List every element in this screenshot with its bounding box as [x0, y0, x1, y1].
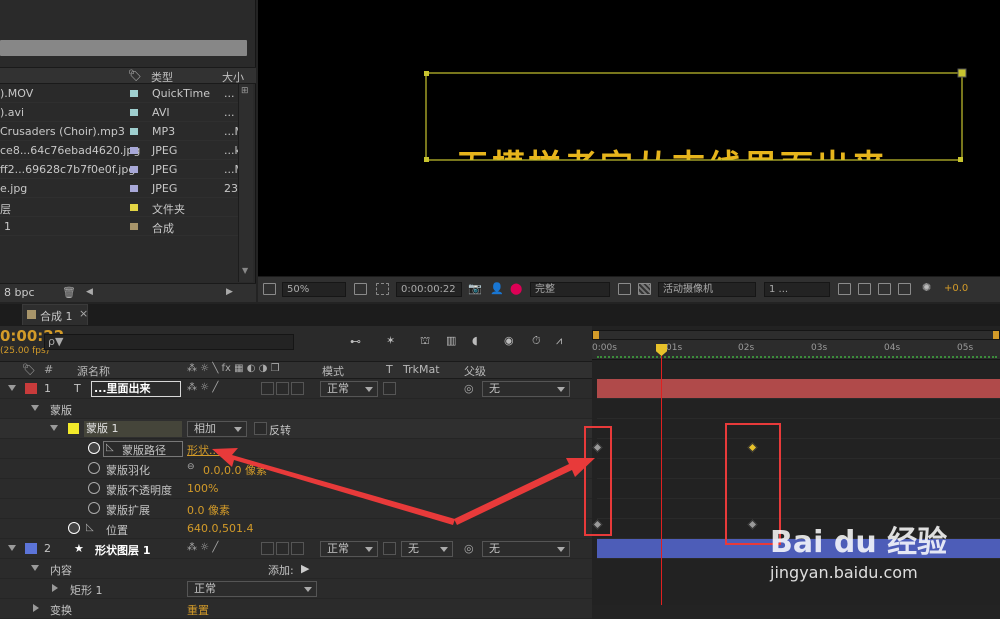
- watermark: Bai du 经验 jingyan.baidu.com: [770, 505, 995, 605]
- watermark-url: jingyan.baidu.com: [770, 563, 918, 582]
- expand-icon[interactable]: [33, 604, 39, 612]
- watermark-brand: Bai du 经验: [770, 525, 948, 560]
- annotation-arrow: [212, 448, 455, 525]
- annotation-arrow: [454, 458, 595, 525]
